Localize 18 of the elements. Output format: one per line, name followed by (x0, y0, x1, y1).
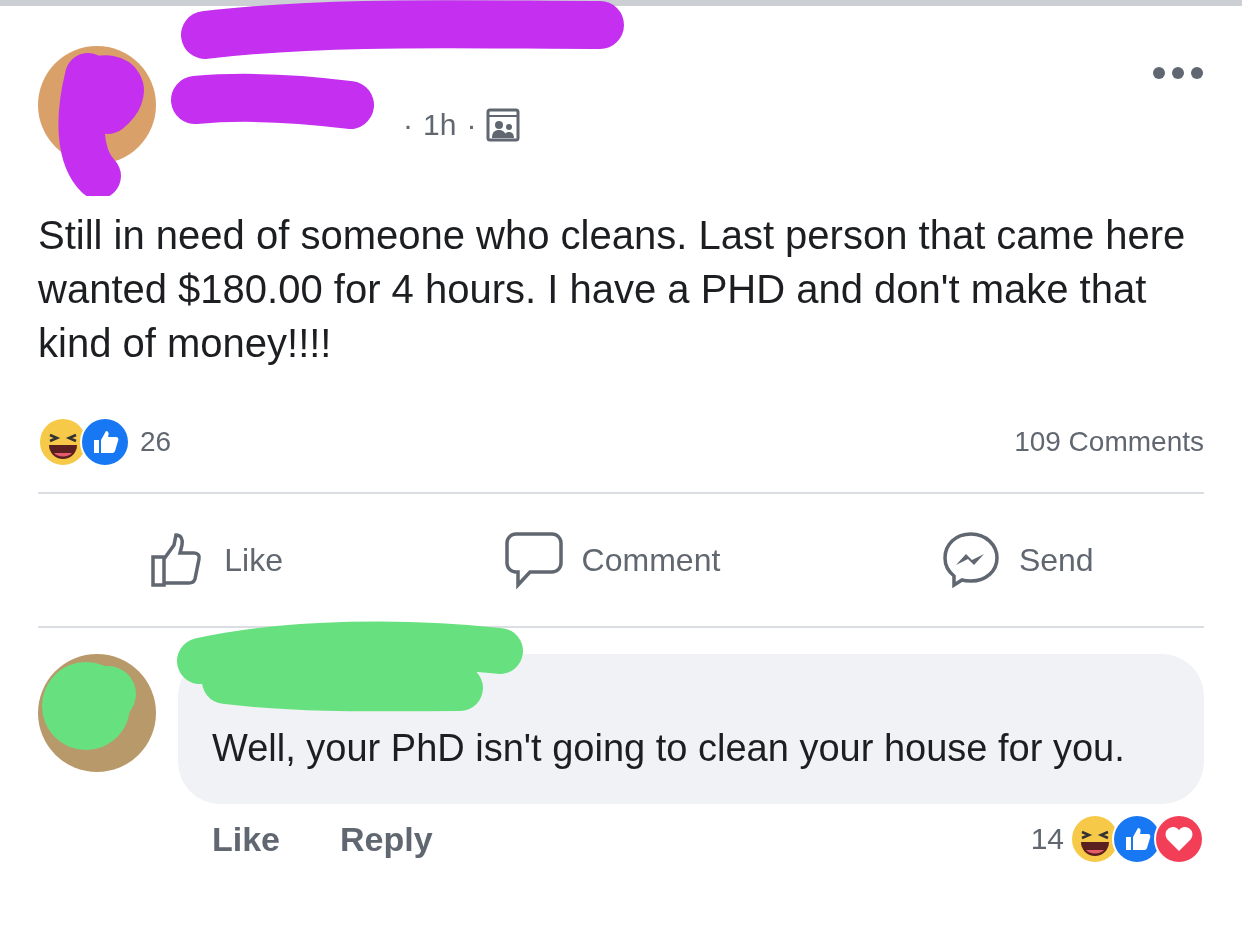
reply-link[interactable]: Reply (340, 819, 433, 859)
separator-dot: · (466, 108, 477, 142)
messenger-icon (940, 530, 1001, 590)
group-audience-icon (486, 108, 521, 142)
post-time[interactable]: 1h (423, 108, 457, 142)
reaction-count[interactable]: 26 (140, 426, 172, 458)
like-button[interactable]: Like (148, 531, 283, 589)
heart-reaction-icon (1154, 814, 1204, 864)
separator-dot: · (403, 108, 413, 142)
reaction-count[interactable]: 14 (1030, 822, 1064, 856)
more-options-icon[interactable] (1152, 66, 1204, 80)
comment-button[interactable]: Comment (503, 530, 721, 590)
like-reaction-icon (80, 417, 130, 467)
post-text: Still in need of someone who cleans. Last person that came here wanted $180.00 for 4 hours. I have a PHD and don't make that kind of money!!!! (37, 212, 1187, 367)
comments-count[interactable]: 109 Comments (1014, 426, 1204, 458)
like-link[interactable]: Like (212, 819, 281, 859)
speech-bubble-icon (503, 530, 564, 590)
send-button[interactable]: Send (940, 530, 1094, 590)
